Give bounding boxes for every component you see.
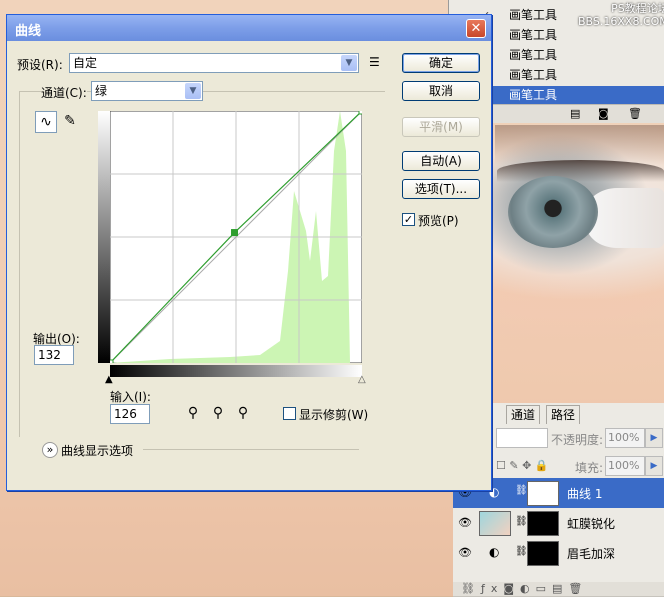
white-eyedropper-icon[interactable]: ⚲ (235, 405, 251, 421)
watermark: PS教程论坛 BBS.16XX8.COM (578, 2, 664, 28)
layer-thumbnail[interactable] (479, 511, 511, 536)
snapshot-icon[interactable]: ◙ (598, 107, 609, 120)
close-button[interactable]: ✕ (466, 19, 486, 38)
tab-channels[interactable]: 通道 (506, 405, 541, 424)
opacity-field[interactable]: 100% (605, 428, 645, 448)
group-frame-left (19, 91, 20, 437)
link-icon: ⛓ (515, 546, 528, 557)
eyebrow-area (495, 125, 664, 165)
curve-options-label[interactable]: 曲线显示选项 (61, 442, 133, 459)
curve-control-point[interactable] (358, 111, 362, 115)
channel-label: 通道(C): (41, 84, 87, 101)
preview-checkbox[interactable]: ✓ (402, 213, 415, 226)
new-document-icon[interactable]: ▤ (570, 107, 580, 120)
layer-row-brow[interactable]: 👁 ◐ ⛓ 眉毛加深 (453, 538, 664, 569)
curve-icon: ∿ (40, 114, 52, 130)
preset-label: 预设(R): (17, 58, 63, 72)
layer-row-iris[interactable]: 👁 ⛓ 虹膜锐化 (453, 508, 664, 539)
show-clipping-label: 显示修剪(W) (299, 408, 369, 422)
close-icon: ✕ (470, 21, 482, 36)
cancel-button[interactable]: 取消 (402, 81, 480, 101)
layer-mask-thumbnail[interactable] (527, 481, 559, 506)
curves-dialog: 曲线 ✕ 预设(R): 自定 ▼ ☰ 通道(C): 绿 ▼ ∿ ✎ ▲ △ 输出… (6, 14, 492, 491)
white-point-slider-icon[interactable]: △ (358, 374, 366, 385)
layers-toolbar[interactable]: ⛓ƒx◙◐▭▤🗑 (453, 582, 664, 596)
adjustment-icon: ◐ (489, 545, 500, 559)
black-eyedropper-icon[interactable]: ⚲ (185, 405, 201, 421)
eye-icon[interactable]: 👁 (458, 516, 472, 529)
curve-control-point[interactable] (231, 229, 239, 237)
channel-select[interactable]: 绿 ▼ (91, 81, 203, 101)
expand-chevron-icon[interactable]: » (42, 442, 58, 458)
blend-mode-select[interactable] (496, 428, 548, 448)
curve-tool-button[interactable]: ∿ (35, 111, 57, 133)
eyelash-area (497, 160, 664, 182)
output-field[interactable]: 132 (34, 345, 74, 365)
history-item[interactable]: ✓画笔工具 (481, 66, 664, 85)
input-gradient-bar (110, 365, 362, 377)
curves-graph[interactable] (110, 111, 362, 363)
input-label: 输入(I): (110, 390, 151, 404)
opacity-label: 不透明度: (551, 433, 604, 447)
show-clipping-checkbox[interactable] (283, 407, 296, 420)
pencil-tool-button[interactable]: ✎ (59, 111, 81, 133)
dialog-title: 曲线 (15, 24, 42, 39)
iris (508, 176, 598, 248)
gray-eyedropper-icon[interactable]: ⚲ (210, 405, 226, 421)
chevron-down-icon: ▼ (341, 55, 357, 71)
options-button[interactable]: 选项(T)... (402, 179, 480, 199)
preset-options-icon[interactable]: ☰ (369, 55, 380, 69)
layer-mask-thumbnail[interactable] (527, 541, 559, 566)
eye-icon[interactable]: 👁 (458, 546, 472, 559)
link-icon: ⛓ (515, 516, 528, 527)
preview-label: 预览(P) (418, 214, 459, 228)
fill-label: 填充: (575, 461, 604, 475)
opacity-arrow-icon[interactable]: ▶ (645, 428, 663, 448)
preset-select[interactable]: 自定 ▼ (69, 53, 359, 73)
checkmark-icon: ✓ (403, 213, 414, 226)
output-gradient-bar (98, 111, 110, 363)
curve-control-point[interactable] (110, 359, 114, 363)
dialog-titlebar (7, 15, 491, 41)
auto-button[interactable]: 自动(A) (402, 151, 480, 171)
eye-white (586, 188, 664, 248)
pencil-icon: ✎ (64, 113, 76, 129)
smooth-button[interactable]: 平滑(M) (402, 117, 480, 137)
fill-arrow-icon[interactable]: ▶ (645, 456, 663, 476)
tab-paths[interactable]: 路径 (546, 405, 581, 424)
history-item[interactable]: ✓画笔工具 (481, 46, 664, 65)
chevron-down-icon: ▼ (185, 83, 201, 99)
lock-icons[interactable]: ☐ ✎ ✥ 🔒 (496, 459, 548, 472)
history-item[interactable]: ✓画笔工具 (481, 26, 664, 45)
layer-mask-thumbnail[interactable] (527, 511, 559, 536)
trash-icon[interactable]: 🗑 (628, 107, 642, 120)
separator (143, 449, 359, 450)
link-icon: ⛓ (515, 485, 528, 496)
ok-button[interactable]: 确定 (402, 53, 480, 73)
input-field[interactable]: 126 (110, 404, 150, 424)
history-item-selected[interactable]: ✓画笔工具 (481, 86, 664, 105)
black-point-slider-icon[interactable]: ▲ (105, 374, 113, 385)
fill-field[interactable]: 100% (605, 456, 645, 476)
